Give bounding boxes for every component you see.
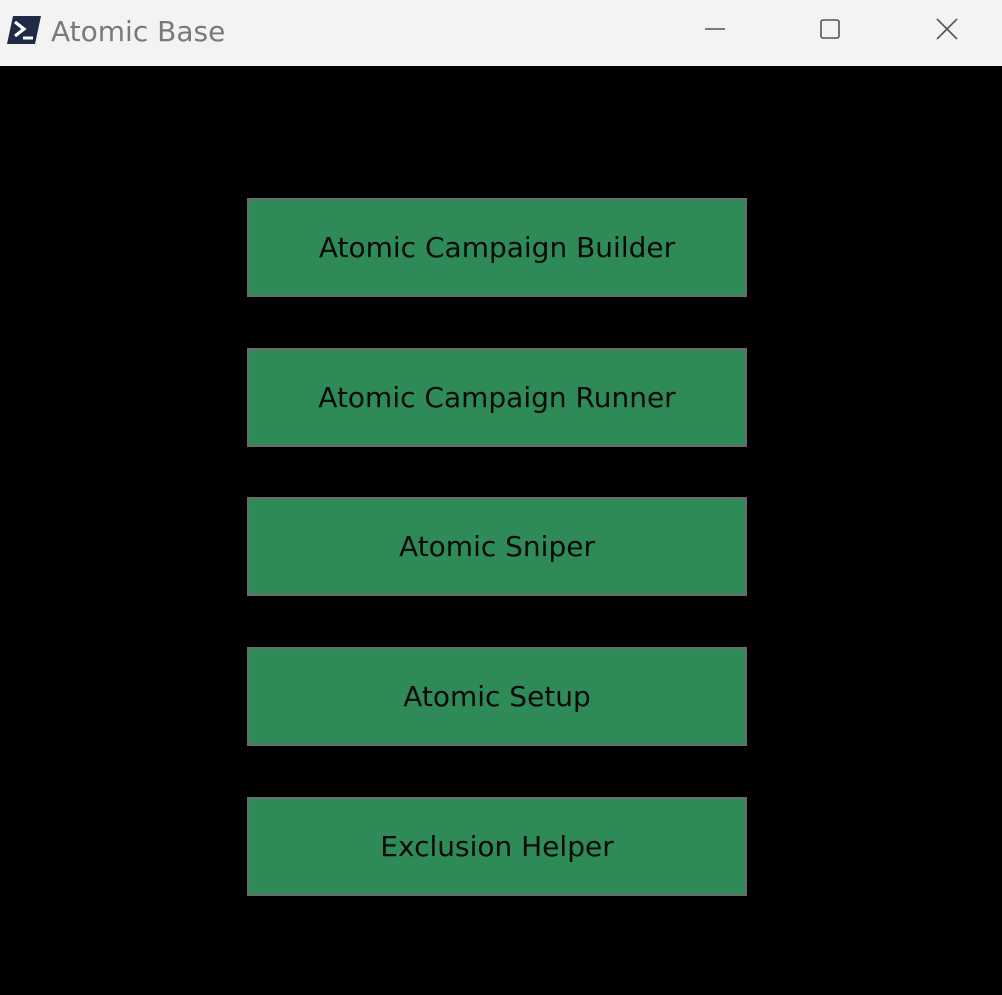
title-bar[interactable]: Atomic Base (0, 0, 1002, 66)
powershell-icon (6, 15, 42, 45)
maximize-icon (819, 18, 841, 44)
close-icon (935, 17, 959, 45)
app-window: Atomic Base Atomic Campaign Builder Atom… (0, 0, 1002, 995)
window-title: Atomic Base (51, 15, 226, 48)
main-panel: Atomic Campaign Builder Atomic Campaign … (0, 66, 1002, 995)
exclusion-helper-button[interactable]: Exclusion Helper (247, 797, 747, 896)
button-label: Atomic Setup (403, 680, 591, 713)
atomic-campaign-builder-button[interactable]: Atomic Campaign Builder (247, 198, 747, 297)
close-button[interactable] (917, 0, 977, 62)
minimize-button[interactable] (685, 0, 745, 62)
atomic-setup-button[interactable]: Atomic Setup (247, 647, 747, 746)
button-label: Exclusion Helper (380, 830, 614, 863)
button-label: Atomic Sniper (399, 530, 595, 563)
button-label: Atomic Campaign Runner (318, 381, 676, 414)
button-label: Atomic Campaign Builder (318, 231, 676, 264)
atomic-sniper-button[interactable]: Atomic Sniper (247, 497, 747, 596)
maximize-button[interactable] (800, 0, 860, 62)
minimize-icon (704, 18, 726, 44)
atomic-campaign-runner-button[interactable]: Atomic Campaign Runner (247, 348, 747, 447)
